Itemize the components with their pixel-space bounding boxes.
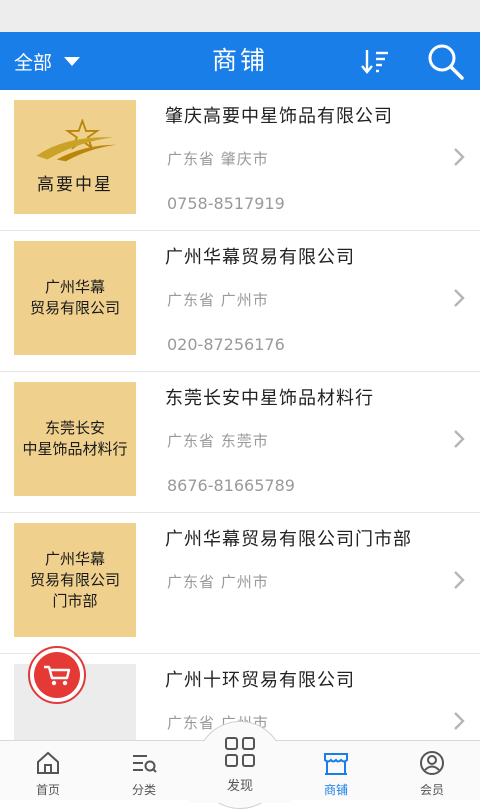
logo-text-line2: 中星饰品材料行 — [22, 440, 128, 458]
tab-category[interactable]: 分类 — [96, 741, 192, 800]
shop-phone: 8676-81665789 — [167, 476, 295, 495]
shop-phone: 020-87256176 — [167, 335, 285, 354]
logo-text: 高要中星 — [37, 174, 113, 195]
shop-logo: 广州华幕 贸易有限公司 门市部 — [14, 523, 136, 637]
shopping-cart-icon — [44, 665, 71, 686]
chevron-right-icon — [454, 148, 465, 166]
shop-name: 广州华幕贸易有限公司 — [165, 247, 355, 268]
logo-text-line2: 贸易有限公司 — [29, 299, 120, 317]
shop-icon — [324, 753, 348, 775]
shop-location: 广东省 广州市 — [167, 291, 269, 309]
sort-button[interactable] — [358, 44, 392, 78]
shop-location: 广东省 东莞市 — [167, 432, 269, 450]
home-icon — [37, 751, 59, 774]
tab-label: 发现 — [226, 779, 253, 794]
chevron-right-icon — [454, 289, 465, 307]
shop-name: 东莞长安中星饰品材料行 — [165, 388, 374, 409]
sort-descending-icon — [361, 50, 388, 74]
filter-label: 全部 — [14, 51, 53, 74]
tab-home[interactable]: 首页 — [0, 741, 96, 800]
filter-dropdown[interactable]: 全部 — [14, 32, 81, 90]
chevron-right-icon — [454, 712, 465, 730]
dropdown-triangle-icon — [64, 56, 81, 66]
status-bar — [0, 0, 480, 32]
app-bar: 全部 商铺 — [0, 32, 480, 90]
search-icon — [428, 44, 464, 80]
chevron-right-icon — [454, 430, 465, 448]
shop-row[interactable]: 广州华幕 贸易有限公司 广州华幕贸易有限公司 广东省 广州市 020-87256… — [0, 231, 480, 372]
shop-location: 广东省 肇庆市 — [167, 150, 269, 168]
logo-text-line1: 广州华幕 — [44, 278, 105, 296]
tab-discover[interactable]: 发现 — [188, 721, 292, 809]
cart-badge — [34, 652, 80, 698]
tab-label: 首页 — [35, 783, 60, 797]
logo-text-line2: 贸易有限公司 — [29, 570, 120, 589]
tab-label: 会员 — [419, 783, 444, 797]
shop-location: 广东省 广州市 — [167, 573, 269, 591]
shop-name: 广州华幕贸易有限公司门市部 — [165, 529, 412, 550]
logo-text-line1: 东莞长安 — [44, 419, 105, 437]
search-button[interactable] — [424, 40, 468, 84]
logo-text-line1: 广州华幕 — [44, 549, 105, 568]
category-list-icon — [133, 755, 157, 773]
discover-grid-icon — [225, 737, 255, 767]
shop-row[interactable]: 广州华幕 贸易有限公司 门市部 广州华幕贸易有限公司门市部 广东省 广州市 — [0, 513, 480, 654]
shop-phone: 0758-8517919 — [167, 194, 285, 213]
shop-list: 高要中星 肇庆高要中星饰品有限公司 广东省 肇庆市 0758-8517919 广… — [0, 90, 480, 740]
shop-logo: 高要中星 — [14, 100, 136, 214]
shop-logo: 东莞长安 中星饰品材料行 — [14, 382, 136, 496]
star-swoosh-logo-icon — [36, 117, 117, 161]
member-icon — [420, 751, 444, 775]
tab-label: 商铺 — [323, 783, 348, 797]
shop-name: 广州十环贸易有限公司 — [165, 670, 355, 691]
tab-label: 分类 — [131, 783, 156, 797]
logo-text-line3: 门市部 — [52, 591, 98, 610]
tab-discover-content: 发现 — [223, 735, 257, 794]
tab-shop[interactable]: 商铺 — [288, 741, 384, 800]
shop-row[interactable]: 高要中星 肇庆高要中星饰品有限公司 广东省 肇庆市 0758-8517919 — [0, 90, 480, 231]
tab-member[interactable]: 会员 — [384, 741, 480, 800]
shop-row[interactable]: 东莞长安 中星饰品材料行 东莞长安中星饰品材料行 广东省 东莞市 8676-81… — [0, 372, 480, 513]
shop-name: 肇庆高要中星饰品有限公司 — [165, 106, 393, 127]
floating-cart-button[interactable] — [28, 646, 86, 704]
shop-logo: 广州华幕 贸易有限公司 — [14, 241, 136, 355]
chevron-right-icon — [454, 571, 465, 589]
bottom-tab-bar: 首页 分类 发现 商铺 会员 — [0, 721, 480, 809]
